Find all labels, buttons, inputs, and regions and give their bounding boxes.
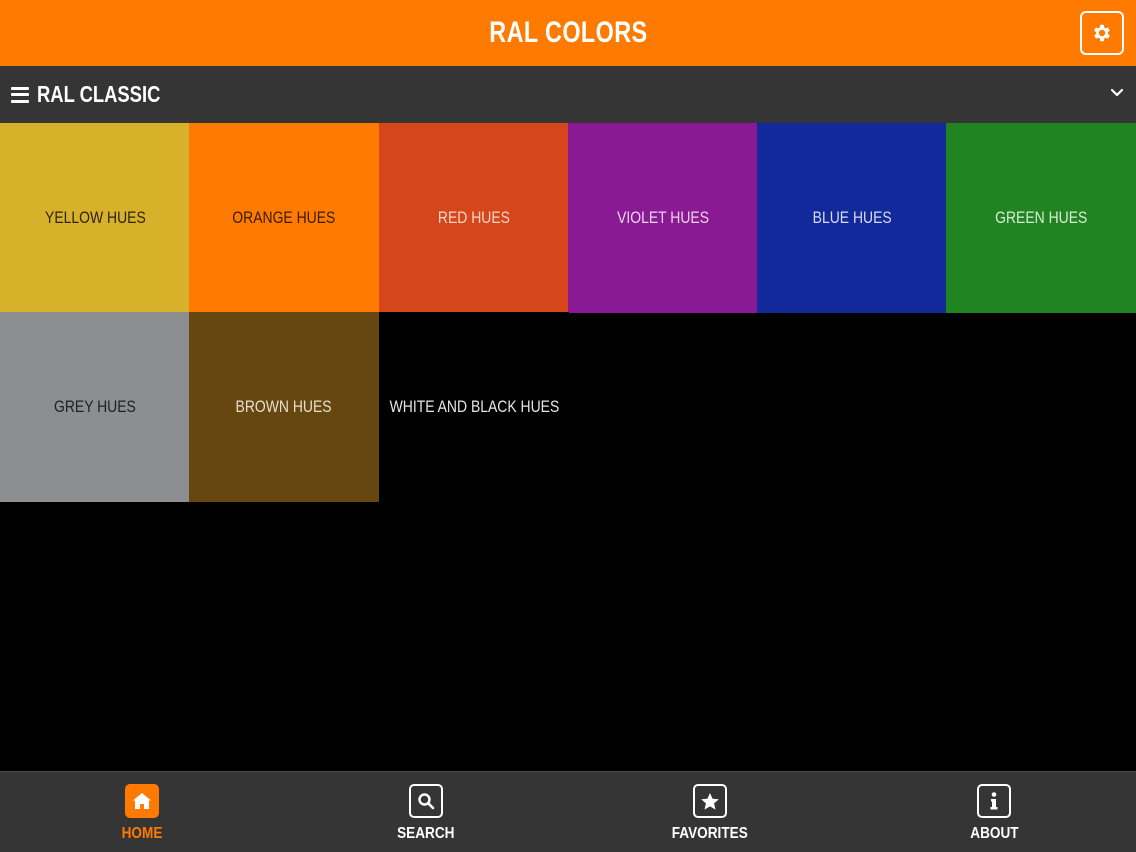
tile-orange-hues[interactable]: ORANGE HUES — [189, 123, 379, 313]
home-icon — [133, 793, 151, 809]
chevron-down-icon[interactable] — [1110, 86, 1124, 100]
settings-button[interactable] — [1080, 11, 1124, 55]
tile-blue-hues[interactable]: BLUE HUES — [757, 123, 947, 313]
star-icon-box — [693, 784, 727, 818]
nav-search-label: SEARCH — [397, 825, 455, 842]
tile-label: BROWN HUES — [235, 397, 333, 416]
tile-label: GREEN HUES — [994, 208, 1088, 227]
category-label: RAL CLASSIC — [37, 81, 161, 107]
tile-brown-hues[interactable]: BROWN HUES — [189, 312, 379, 502]
tile-label: GREY HUES — [54, 397, 136, 416]
tile-label: VIOLET HUES — [617, 208, 709, 227]
nav-home[interactable]: HOME — [72, 784, 212, 843]
search-icon-box — [409, 784, 443, 818]
tile-label: RED HUES — [437, 208, 511, 227]
app-root: RAL COLORS RAL CLASSIC YELLOW HUES ORANG… — [0, 0, 1136, 852]
tile-yellow-hues[interactable]: YELLOW HUES — [0, 123, 190, 313]
info-icon — [990, 792, 998, 810]
home-icon-box — [125, 784, 159, 818]
info-icon-box — [977, 784, 1011, 818]
star-icon — [701, 792, 719, 810]
tile-label: BLUE HUES — [812, 208, 892, 227]
nav-home-label: HOME — [121, 825, 163, 842]
tile-violet-hues[interactable]: VIOLET HUES — [568, 123, 758, 313]
bottom-nav: HOME SEARCH FAVORITES ABOUT — [0, 771, 1136, 852]
category-bar[interactable]: RAL CLASSIC — [0, 66, 1136, 123]
tile-white-and-black-hues[interactable]: WHITE AND BLACK HUES — [379, 312, 569, 502]
nav-favorites-label: FAVORITES — [671, 825, 749, 842]
search-icon — [418, 793, 435, 810]
top-bar: RAL COLORS — [0, 0, 1136, 66]
tile-grey-hues[interactable]: GREY HUES — [0, 312, 190, 502]
tile-label: WHITE AND BLACK HUES — [389, 397, 559, 416]
tile-red-hues[interactable]: RED HUES — [379, 123, 569, 313]
tile-green-hues[interactable]: GREEN HUES — [946, 123, 1136, 313]
tile-label: YELLOW HUES — [44, 208, 146, 227]
nav-favorites[interactable]: FAVORITES — [640, 784, 780, 843]
nav-about[interactable]: ABOUT — [924, 784, 1064, 843]
nav-about-label: ABOUT — [969, 825, 1019, 842]
gear-icon — [1094, 24, 1110, 42]
tile-label: ORANGE HUES — [232, 208, 336, 227]
hamburger-icon[interactable] — [11, 86, 29, 103]
nav-search[interactable]: SEARCH — [356, 784, 496, 843]
app-title: RAL COLORS — [488, 16, 648, 49]
